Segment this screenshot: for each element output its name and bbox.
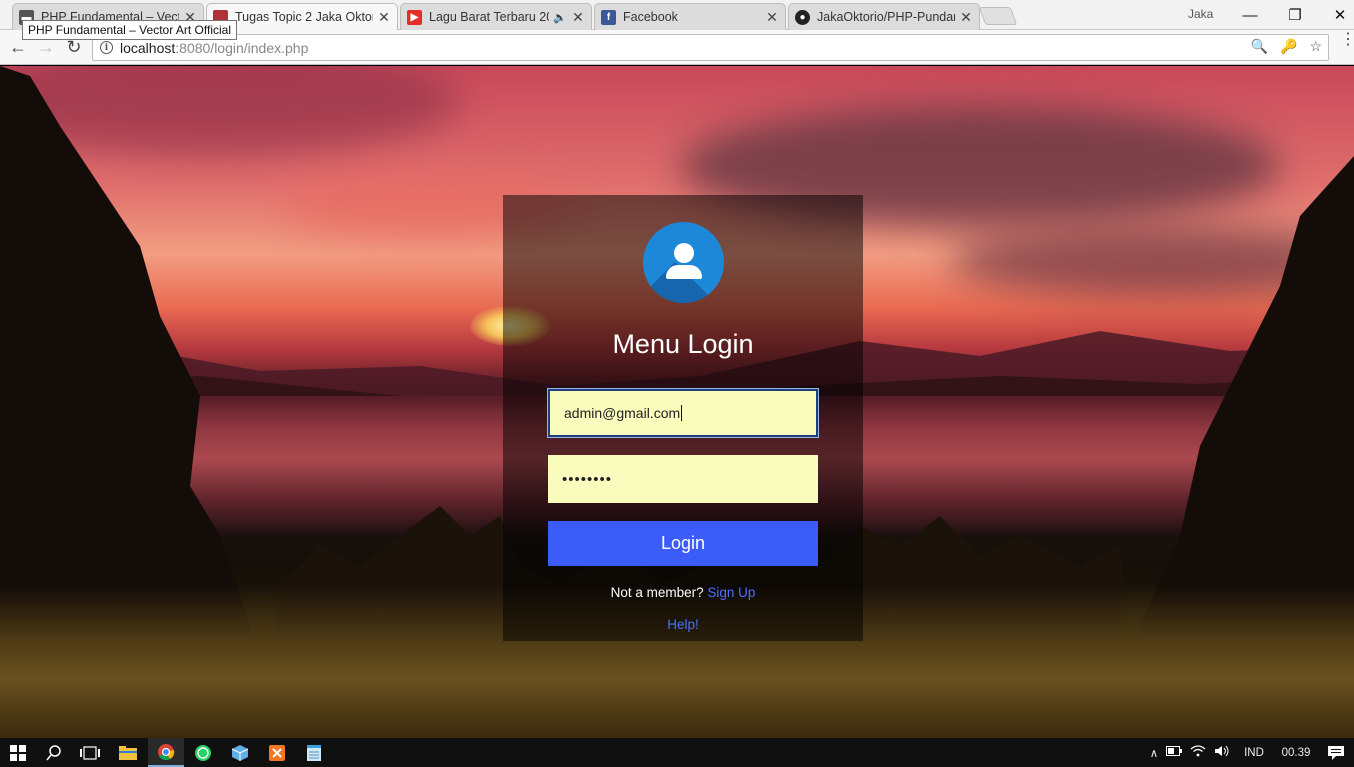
audio-playing-icon[interactable]: 🔈 (553, 11, 567, 24)
password-value: •••••••• (562, 470, 613, 488)
chrome-icon[interactable] (148, 738, 184, 767)
close-tab-icon[interactable]: ✕ (765, 9, 779, 26)
wifi-icon[interactable] (1186, 745, 1210, 760)
action-center-icon[interactable] (1318, 745, 1354, 760)
youtube-icon: ▶ (407, 9, 422, 25)
star-icon[interactable]: ☆ (1309, 38, 1322, 55)
xampp-icon[interactable] (259, 738, 295, 767)
task-view-icon[interactable] (72, 738, 108, 767)
avatar-head (674, 243, 694, 263)
page-background: Menu Login admin@gmail.com •••••••• Logi… (0, 66, 1354, 738)
close-tab-icon[interactable]: ✕ (571, 9, 585, 26)
tab-facebook[interactable]: f Facebook ✕ (594, 3, 786, 30)
close-tab-icon[interactable]: ✕ (377, 9, 391, 26)
password-field[interactable]: •••••••• (548, 455, 818, 503)
windows-taskbar: ∧ IND 00.39 (0, 738, 1354, 767)
facebook-icon: f (601, 9, 616, 25)
clock[interactable]: 00.39 (1274, 747, 1318, 759)
tab-title: Tugas Topic 2 Jaka Oktor (235, 10, 373, 24)
email-field[interactable]: admin@gmail.com (548, 389, 818, 437)
notepad-icon[interactable] (296, 738, 332, 767)
battery-icon[interactable] (1162, 746, 1186, 759)
tab-title: Lagu Barat Terbaru 20 (429, 10, 550, 24)
github-icon: ● (795, 9, 810, 25)
login-title: Menu Login (612, 329, 754, 359)
browser-menu-icon[interactable]: ⋮ (1340, 32, 1354, 48)
whatsapp-icon[interactable] (185, 738, 221, 767)
signup-prompt: Not a member? Sign Up (503, 585, 863, 600)
language-indicator[interactable]: IND (1234, 747, 1274, 759)
key-icon[interactable]: 🔑 (1280, 38, 1297, 55)
tray-chevron-icon[interactable]: ∧ (1146, 746, 1162, 760)
tab-github[interactable]: ● JakaOktorio/PHP-Pundar ✕ (788, 3, 980, 30)
email-value: admin@gmail.com (564, 405, 681, 421)
signup-link[interactable]: Sign Up (707, 585, 755, 600)
tab-title: Facebook (623, 10, 678, 24)
zoom-icon[interactable]: 🔍 (1251, 38, 1268, 55)
info-icon[interactable]: i (100, 41, 113, 54)
login-card: Menu Login admin@gmail.com •••••••• Logi… (503, 195, 863, 641)
member-text: Not a member? (610, 585, 704, 600)
help-link[interactable]: Help! (503, 617, 863, 632)
file-explorer-icon[interactable] (110, 738, 146, 767)
close-tab-icon[interactable]: ✕ (959, 9, 973, 26)
close-window-button[interactable]: ✕ (1317, 0, 1354, 30)
profile-name[interactable]: Jaka (1188, 7, 1213, 21)
url-text: localhost:8080/login/index.php (120, 39, 309, 56)
tab-tooltip: PHP Fundamental – Vector Art Official (22, 20, 237, 40)
user-avatar-icon (643, 222, 724, 303)
restore-button[interactable]: ❐ (1272, 0, 1318, 30)
new-tab-button[interactable] (978, 7, 1018, 25)
tab-title: JakaOktorio/PHP-Pundar (817, 10, 955, 24)
login-button[interactable]: Login (548, 521, 818, 566)
system-tray: ∧ IND 00.39 (1146, 738, 1354, 767)
start-icon[interactable] (0, 738, 36, 767)
avatar-body (666, 265, 702, 279)
minimize-button[interactable]: — (1227, 0, 1273, 30)
search-icon[interactable] (36, 738, 72, 767)
volume-icon[interactable] (1210, 745, 1234, 760)
text-caret (681, 405, 683, 421)
package-icon[interactable] (222, 738, 258, 767)
tab-lagu-barat[interactable]: ▶ Lagu Barat Terbaru 20 🔈 ✕ (400, 3, 592, 30)
address-bar[interactable]: i localhost:8080/login/index.php 🔍 🔑 ☆ (92, 34, 1329, 61)
